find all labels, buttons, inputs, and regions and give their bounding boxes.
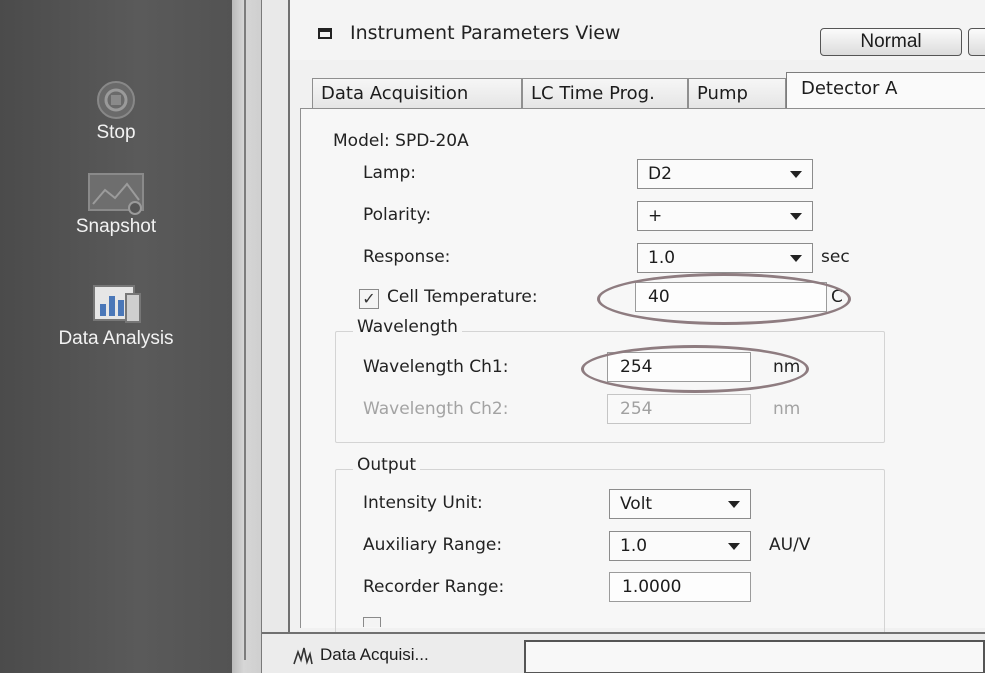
wavelength-ch1-label: Wavelength Ch1: — [363, 357, 509, 377]
synchronize-checkbox[interactable] — [363, 617, 381, 627]
panel-header: Instrument Parameters View Normal — [290, 0, 985, 60]
cell-temperature-checkbox[interactable]: ✓ — [359, 289, 379, 309]
status-box — [524, 640, 985, 673]
intensity-unit-label: Intensity Unit: — [363, 493, 483, 513]
response-select[interactable]: 1.0 — [637, 243, 813, 273]
stop-label: Stop — [96, 122, 136, 143]
polarity-value: + — [648, 206, 663, 226]
tab-data-acquisition[interactable]: Data Acquisition — [312, 78, 522, 110]
panel-title: Instrument Parameters View — [350, 22, 621, 44]
bottom-taskbar: Data Acquisi... — [262, 632, 985, 673]
cell-temperature-label: Cell Temperature: — [387, 287, 538, 307]
intensity-unit-select[interactable]: Volt — [609, 489, 751, 519]
lamp-value: D2 — [648, 164, 672, 184]
auxiliary-range-value: 1.0 — [620, 536, 648, 556]
wavelength-ch2-label: Wavelength Ch2: — [363, 399, 509, 419]
instrument-parameters-panel: Instrument Parameters View Normal Data A… — [288, 0, 985, 639]
data-analysis-label: Data Analysis — [58, 328, 174, 349]
intensity-unit-value: Volt — [620, 494, 653, 514]
detector-a-settings: Model: SPD-20A Lamp: D2 Polarity: + Resp… — [300, 108, 985, 639]
tab-pump[interactable]: Pump — [688, 78, 786, 110]
snapshot-icon — [88, 173, 144, 215]
highlight-circle — [581, 345, 809, 393]
chevron-down-icon — [790, 171, 802, 178]
data-acquisition-tab[interactable]: Data Acquisi... — [292, 638, 429, 672]
stop-icon — [97, 81, 135, 119]
response-label: Response: — [363, 247, 451, 267]
lamp-select[interactable]: D2 — [637, 159, 813, 189]
wavelength-ch2-unit: nm — [773, 399, 801, 419]
auxiliary-range-label: Auxiliary Range: — [363, 535, 503, 555]
splitter[interactable] — [232, 0, 262, 673]
wavelength-group-label: Wavelength — [353, 317, 462, 337]
recorder-range-label: Recorder Range: — [363, 577, 505, 597]
data-analysis-icon — [93, 285, 141, 323]
tab-detector-a[interactable]: Detector A — [786, 72, 985, 110]
data-analysis-button[interactable]: Data Analysis — [0, 280, 232, 350]
polarity-label: Polarity: — [363, 205, 432, 225]
response-value: 1.0 — [648, 248, 676, 268]
response-unit: sec — [821, 247, 850, 267]
lamp-label: Lamp: — [363, 163, 416, 183]
chevron-down-icon — [790, 255, 802, 262]
recorder-range-input[interactable]: 1.0000 — [609, 572, 751, 602]
stop-button[interactable]: Stop — [0, 78, 232, 144]
snapshot-button[interactable]: Snapshot — [0, 170, 232, 238]
auxiliary-range-select[interactable]: 1.0 — [609, 531, 751, 561]
window-icon — [318, 28, 332, 39]
left-sidebar: Stop Snapshot Data Analysis — [0, 0, 232, 673]
auxiliary-range-unit: AU/V — [769, 535, 811, 555]
output-group-label: Output — [353, 455, 421, 475]
chevron-down-icon — [728, 501, 740, 508]
polarity-select[interactable]: + — [637, 201, 813, 231]
data-acquisition-tab-label: Data Acquisi... — [320, 645, 429, 664]
chevron-down-icon — [728, 543, 740, 550]
tab-bar: Data Acquisition LC Time Prog. Pump Dete… — [312, 72, 985, 110]
advanced-mode-button[interactable] — [968, 28, 985, 56]
highlight-circle — [597, 273, 851, 325]
chevron-down-icon — [790, 213, 802, 220]
snapshot-label: Snapshot — [75, 216, 157, 237]
normal-mode-button[interactable]: Normal — [820, 28, 962, 56]
data-acquisition-icon — [293, 647, 313, 665]
wavelength-group — [335, 331, 885, 443]
tab-lc-time-prog[interactable]: LC Time Prog. — [522, 78, 688, 110]
wavelength-ch2-input[interactable]: 254 — [607, 394, 751, 424]
model-label: Model: SPD-20A — [333, 131, 469, 151]
